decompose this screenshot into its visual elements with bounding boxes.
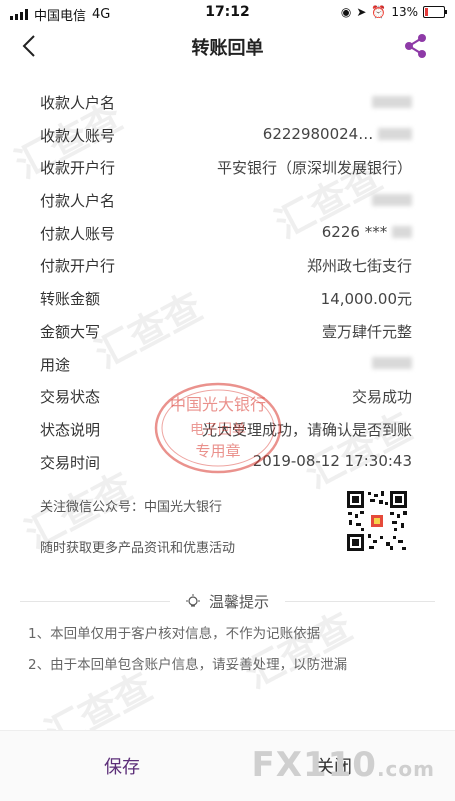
promo-text: 随时获取更多产品资讯和优惠活动: [40, 541, 236, 556]
lock-rotation-icon: ◉: [340, 5, 352, 19]
masked-value: [372, 193, 412, 206]
share-button[interactable]: [403, 33, 429, 59]
status-bar: 中国电信 4G 17:12 ◉ ➤ ⏰ 13%: [0, 0, 455, 26]
save-button[interactable]: 保存: [104, 753, 140, 779]
qr-code: [346, 490, 408, 552]
detail-label: 收款人账号: [40, 126, 116, 145]
masked-value: [378, 128, 412, 141]
detail-row-amount-words: 金额大写 壹万肆仟元整: [40, 315, 412, 348]
tip-item: 2、由于本回单包含账户信息，请妥善处理，以防泄漏: [28, 657, 348, 673]
detail-row-payee-account: 收款人账号 6222980024…: [40, 119, 412, 152]
detail-label: 付款人账号: [40, 224, 116, 243]
detail-row-payer-name: 付款人户名: [40, 184, 412, 217]
detail-label: 金额大写: [40, 322, 101, 341]
detail-value: 6226 ***: [321, 222, 388, 241]
detail-label: 收款开户行: [40, 159, 116, 178]
detail-row-payee-bank: 收款开户行 平安银行（原深圳发展银行）: [40, 151, 412, 184]
detail-value: 交易成功: [351, 388, 412, 407]
detail-value: 6222980024…: [262, 124, 374, 143]
detail-label: 交易状态: [40, 388, 101, 407]
battery-icon: [423, 6, 447, 18]
alarm-icon: ⏰: [371, 5, 387, 19]
detail-label: 付款开户行: [40, 257, 116, 276]
bottom-bar: 保存 关闭 FX110.com: [0, 730, 455, 801]
detail-label: 转账金额: [40, 290, 101, 309]
detail-row-payee-name: 收款人户名: [40, 86, 412, 119]
detail-label: 状态说明: [40, 420, 101, 439]
bank-stamp: 中国光大银行 电子回单 专用章: [154, 382, 282, 474]
tip-item: 1、本回单仅用于客户核对信息，不作为记账依据: [28, 626, 321, 642]
nav-bar: 转账回单: [0, 26, 455, 66]
battery-percent: 13%: [391, 5, 418, 19]
tips-header: 温馨提示: [0, 590, 455, 612]
masked-value: [392, 226, 412, 239]
stamp-line: 专用章: [195, 442, 240, 460]
follow-info: 关注微信公众号：中国光大银行 随时获取更多产品资讯和优惠活动: [40, 496, 235, 578]
detail-label: 交易时间: [40, 453, 101, 472]
detail-value: 平安银行（原深圳发展银行）: [216, 159, 412, 178]
lightbulb-icon: [186, 593, 200, 607]
masked-value: [372, 357, 412, 369]
detail-value: 郑州政七街支行: [306, 257, 412, 276]
watermark-logo: FX110.com: [251, 745, 435, 785]
stamp-bank-name: 中国光大银行: [170, 395, 266, 414]
divider: [285, 601, 435, 602]
detail-row-payer-account: 付款人账号 6226 ***: [40, 217, 412, 250]
stamp-line: 电子回单: [190, 422, 246, 438]
wechat-follow-text: 关注微信公众号：中国光大银行: [40, 500, 223, 515]
detail-value: 壹万肆仟元整: [321, 322, 412, 341]
detail-label: 用途: [40, 355, 71, 374]
divider: [20, 601, 170, 602]
detail-label: 付款人户名: [40, 192, 116, 211]
detail-value: 14,000.00元: [320, 290, 412, 309]
tips-list: 1、本回单仅用于客户核对信息，不作为记账依据 2、由于本回单包含账户信息，请妥善…: [28, 622, 347, 684]
detail-row-payer-bank: 付款开户行 郑州政七街支行: [40, 249, 412, 282]
tips-title: 温馨提示: [209, 593, 270, 611]
detail-row-amount: 转账金额 14,000.00元: [40, 282, 412, 315]
detail-label: 收款人户名: [40, 94, 116, 112]
share-icon: [405, 34, 426, 58]
page-title: 转账回单: [191, 38, 264, 59]
location-icon: ➤: [356, 5, 367, 19]
masked-value: [372, 95, 412, 108]
detail-row-purpose: 用途: [40, 348, 412, 381]
